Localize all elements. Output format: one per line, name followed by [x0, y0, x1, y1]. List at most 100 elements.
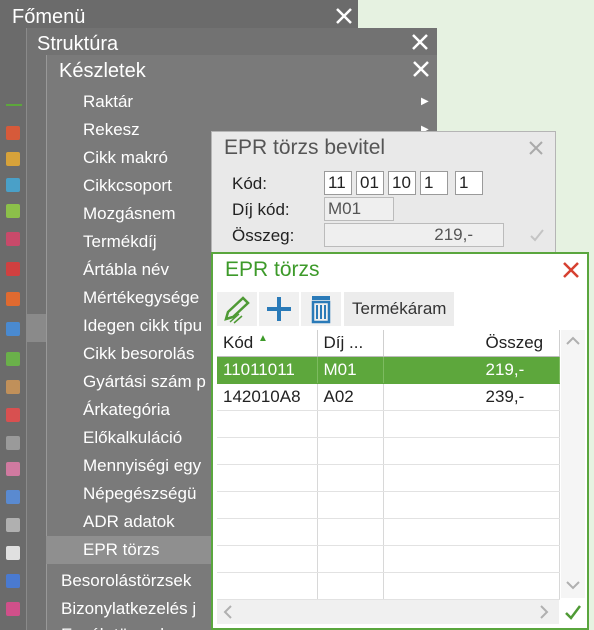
close-icon[interactable]: [561, 260, 581, 280]
module-icon[interactable]: [6, 408, 20, 422]
delete-button[interactable]: [301, 292, 341, 326]
code-label: Kód:: [232, 174, 267, 193]
amount-label: Összeg:: [232, 226, 295, 245]
menu-item-idegen-cikk-tipus[interactable]: Idegen cikk típu: [83, 313, 211, 341]
menu-item-mertekegyseg[interactable]: Mértékegysége: [83, 285, 211, 313]
table-row[interactable]: 11011011 M01 219,-: [217, 356, 560, 384]
table-header-row: Kód ▲ Díj ... Összeg: [217, 330, 560, 357]
horizontal-scrollbar[interactable]: [217, 600, 559, 624]
epr-table: Kód ▲ Díj ... Összeg 11011011 M01 219,- …: [217, 330, 560, 600]
sort-ascending-icon: ▲: [257, 332, 268, 344]
menu-item-cikk-besorolas[interactable]: Cikk besorolás: [83, 341, 211, 369]
column-header-label: Kód: [223, 332, 254, 352]
epr-list-window: EPR törzs Termékáram Kód ▲ Díj ... Össze…: [211, 252, 589, 630]
cell-kod: 142010A8: [217, 383, 318, 411]
table-row-empty: [217, 545, 560, 573]
cell-osszeg: 219,-: [383, 356, 560, 384]
main-menu-title: Főmenü: [12, 6, 86, 28]
table-row-empty: [217, 437, 560, 465]
module-icon[interactable]: [6, 204, 20, 218]
menu-item-termekdij[interactable]: Termékdíj: [83, 229, 211, 257]
structure-title: Struktúra: [37, 33, 119, 55]
plus-icon: [267, 297, 291, 321]
table-row-empty: [217, 491, 560, 519]
module-icon[interactable]: [6, 462, 20, 476]
accept-check-icon[interactable]: [563, 602, 583, 622]
cell-kod: 11011011: [217, 356, 318, 384]
close-icon[interactable]: [410, 32, 430, 52]
menu-item-arkategoria[interactable]: Árkategória: [83, 397, 211, 425]
menu-item-adr-adatok[interactable]: ADR adatok: [83, 509, 211, 537]
code-part-4-field[interactable]: 1: [420, 171, 448, 195]
toolbar: Termékáram: [217, 292, 587, 326]
fee-code-field[interactable]: M01: [324, 197, 394, 221]
menu-item-nepegeszsegugyi[interactable]: Népegészségü: [83, 481, 211, 509]
module-icon[interactable]: [6, 322, 20, 336]
code-part-3-field[interactable]: 10: [388, 171, 416, 195]
menu-item-label: Raktár: [83, 92, 134, 111]
submenu-arrow-icon: ▶: [421, 96, 429, 107]
window-title: EPR törzs: [225, 258, 320, 281]
code-part-2-field[interactable]: 01: [356, 171, 384, 195]
cell-dij: M01: [317, 356, 384, 384]
close-icon[interactable]: [526, 138, 546, 158]
module-icon[interactable]: [6, 490, 20, 504]
cell-dij: A02: [317, 383, 384, 411]
module-icon[interactable]: [6, 546, 20, 560]
menu-item-bizonylatkezeles[interactable]: Bizonylatkezelés j: [61, 596, 211, 622]
menu-item-cikkcsoport[interactable]: Cikkcsoport: [83, 173, 211, 201]
module-icon[interactable]: [6, 126, 20, 140]
module-icon[interactable]: [6, 380, 20, 394]
product-flow-button[interactable]: Termékáram: [344, 292, 455, 326]
module-icon[interactable]: [6, 574, 20, 588]
scroll-left-icon[interactable]: [223, 605, 233, 619]
table-row[interactable]: 142010A8 A02 239,-: [217, 383, 560, 411]
dialog-title: EPR törzs bevitel: [224, 136, 386, 159]
epr-entry-dialog: EPR törzs bevitel Kód: 11 01 10 1 1 Díj …: [211, 131, 556, 255]
scroll-down-icon[interactable]: [566, 580, 580, 590]
fee-code-label: Díj kód:: [232, 200, 290, 219]
menu-item-raktar[interactable]: Raktár ▶: [83, 89, 433, 117]
scroll-up-icon[interactable]: [566, 336, 580, 346]
divider: [6, 104, 22, 106]
pencil-icon: [224, 296, 250, 324]
add-button[interactable]: [259, 292, 299, 326]
menu-item-besorolastorzsek[interactable]: Besorolástörzsek: [61, 568, 211, 594]
table-row-empty: [217, 572, 560, 600]
module-icon[interactable]: [6, 262, 20, 276]
column-header-osszeg[interactable]: Összeg: [383, 330, 560, 357]
menu-item-label: Rekesz: [83, 120, 140, 139]
menu-item-elokalkulacio[interactable]: Előkalkuláció: [83, 425, 211, 453]
cell-osszeg: 239,-: [383, 383, 560, 411]
module-icon[interactable]: [6, 292, 20, 306]
module-icon[interactable]: [6, 178, 20, 192]
menu-item-mennyisegi-egyseg[interactable]: Mennyiségi egy: [83, 453, 211, 481]
table-row-empty: [217, 410, 560, 438]
menu-item-epr-torzs[interactable]: EPR törzs: [83, 537, 211, 565]
scroll-right-icon[interactable]: [539, 605, 549, 619]
close-icon[interactable]: [334, 6, 354, 26]
code-part-1-field[interactable]: 11: [324, 171, 352, 195]
module-icon[interactable]: [6, 602, 20, 616]
table-row-empty: [217, 464, 560, 492]
menu-item-gyartasi-szam[interactable]: Gyártási szám p: [83, 369, 211, 397]
menu-item-artabla-nev[interactable]: Ártábla név: [83, 257, 211, 285]
vertical-scrollbar[interactable]: [561, 330, 585, 598]
menu-item-mozgasnem[interactable]: Mozgásnem: [83, 201, 211, 229]
module-icon[interactable]: [6, 152, 20, 166]
module-icon[interactable]: [6, 436, 20, 450]
menu-item-egyeb-torzsek[interactable]: Egyéb törzsek: [61, 622, 211, 630]
table-row-empty: [217, 518, 560, 546]
confirm-check-icon[interactable]: [528, 226, 546, 244]
module-icon[interactable]: [6, 518, 20, 532]
amount-field[interactable]: 219,-: [324, 223, 504, 247]
code-part-5-field[interactable]: 1: [455, 171, 483, 195]
column-header-dij[interactable]: Díj ...: [317, 330, 384, 357]
module-icon[interactable]: [6, 352, 20, 366]
edit-button[interactable]: [217, 292, 257, 326]
menu-item-cikk-makro[interactable]: Cikk makró: [83, 145, 211, 173]
module-icon[interactable]: [6, 232, 20, 246]
column-header-kod[interactable]: Kód ▲: [217, 330, 318, 357]
inventory-title: Készletek: [59, 60, 146, 82]
close-icon[interactable]: [411, 59, 431, 79]
